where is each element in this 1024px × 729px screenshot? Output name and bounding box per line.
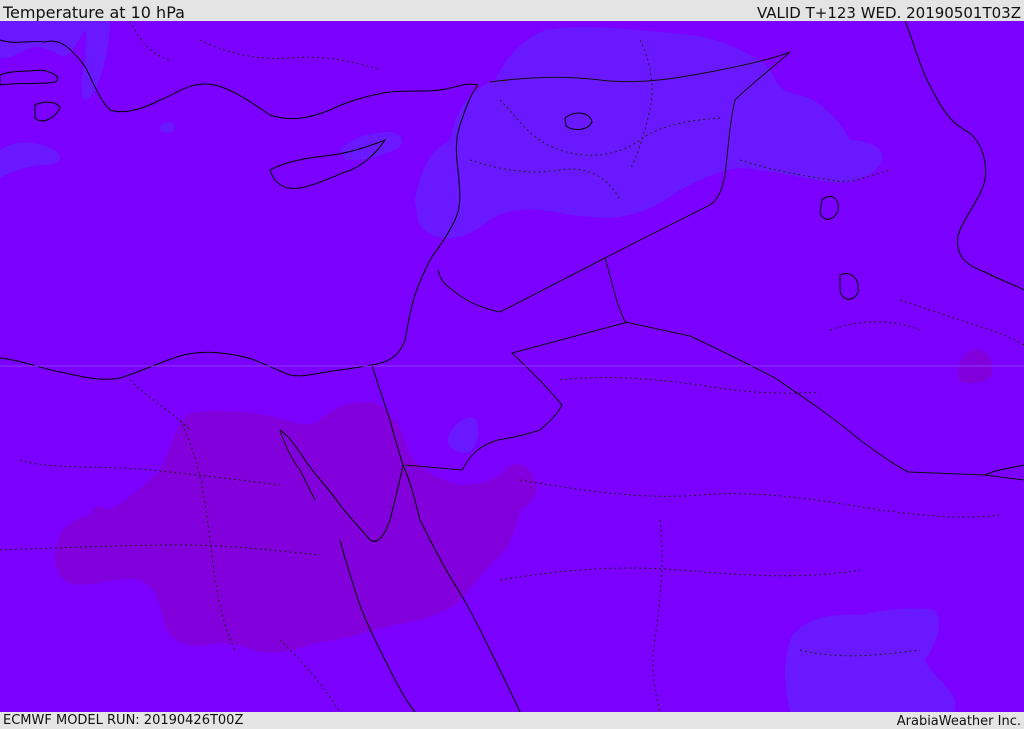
model-run: ECMWF MODEL RUN: 20190426T00Z	[3, 713, 244, 728]
weather-map[interactable]	[0, 21, 1024, 712]
footer-bar: ECMWF MODEL RUN: 20190426T00Z ArabiaWeat…	[0, 712, 1024, 729]
valid-time: VALID T+123 WED. 20190501T03Z	[756, 4, 1021, 22]
credit-label: ArabiaWeather Inc.	[896, 714, 1021, 729]
header-bar: Temperature at 10 hPa VALID T+123 WED. 2…	[0, 0, 1024, 22]
map-canvas	[0, 21, 1024, 712]
map-title: Temperature at 10 hPa	[3, 3, 185, 22]
